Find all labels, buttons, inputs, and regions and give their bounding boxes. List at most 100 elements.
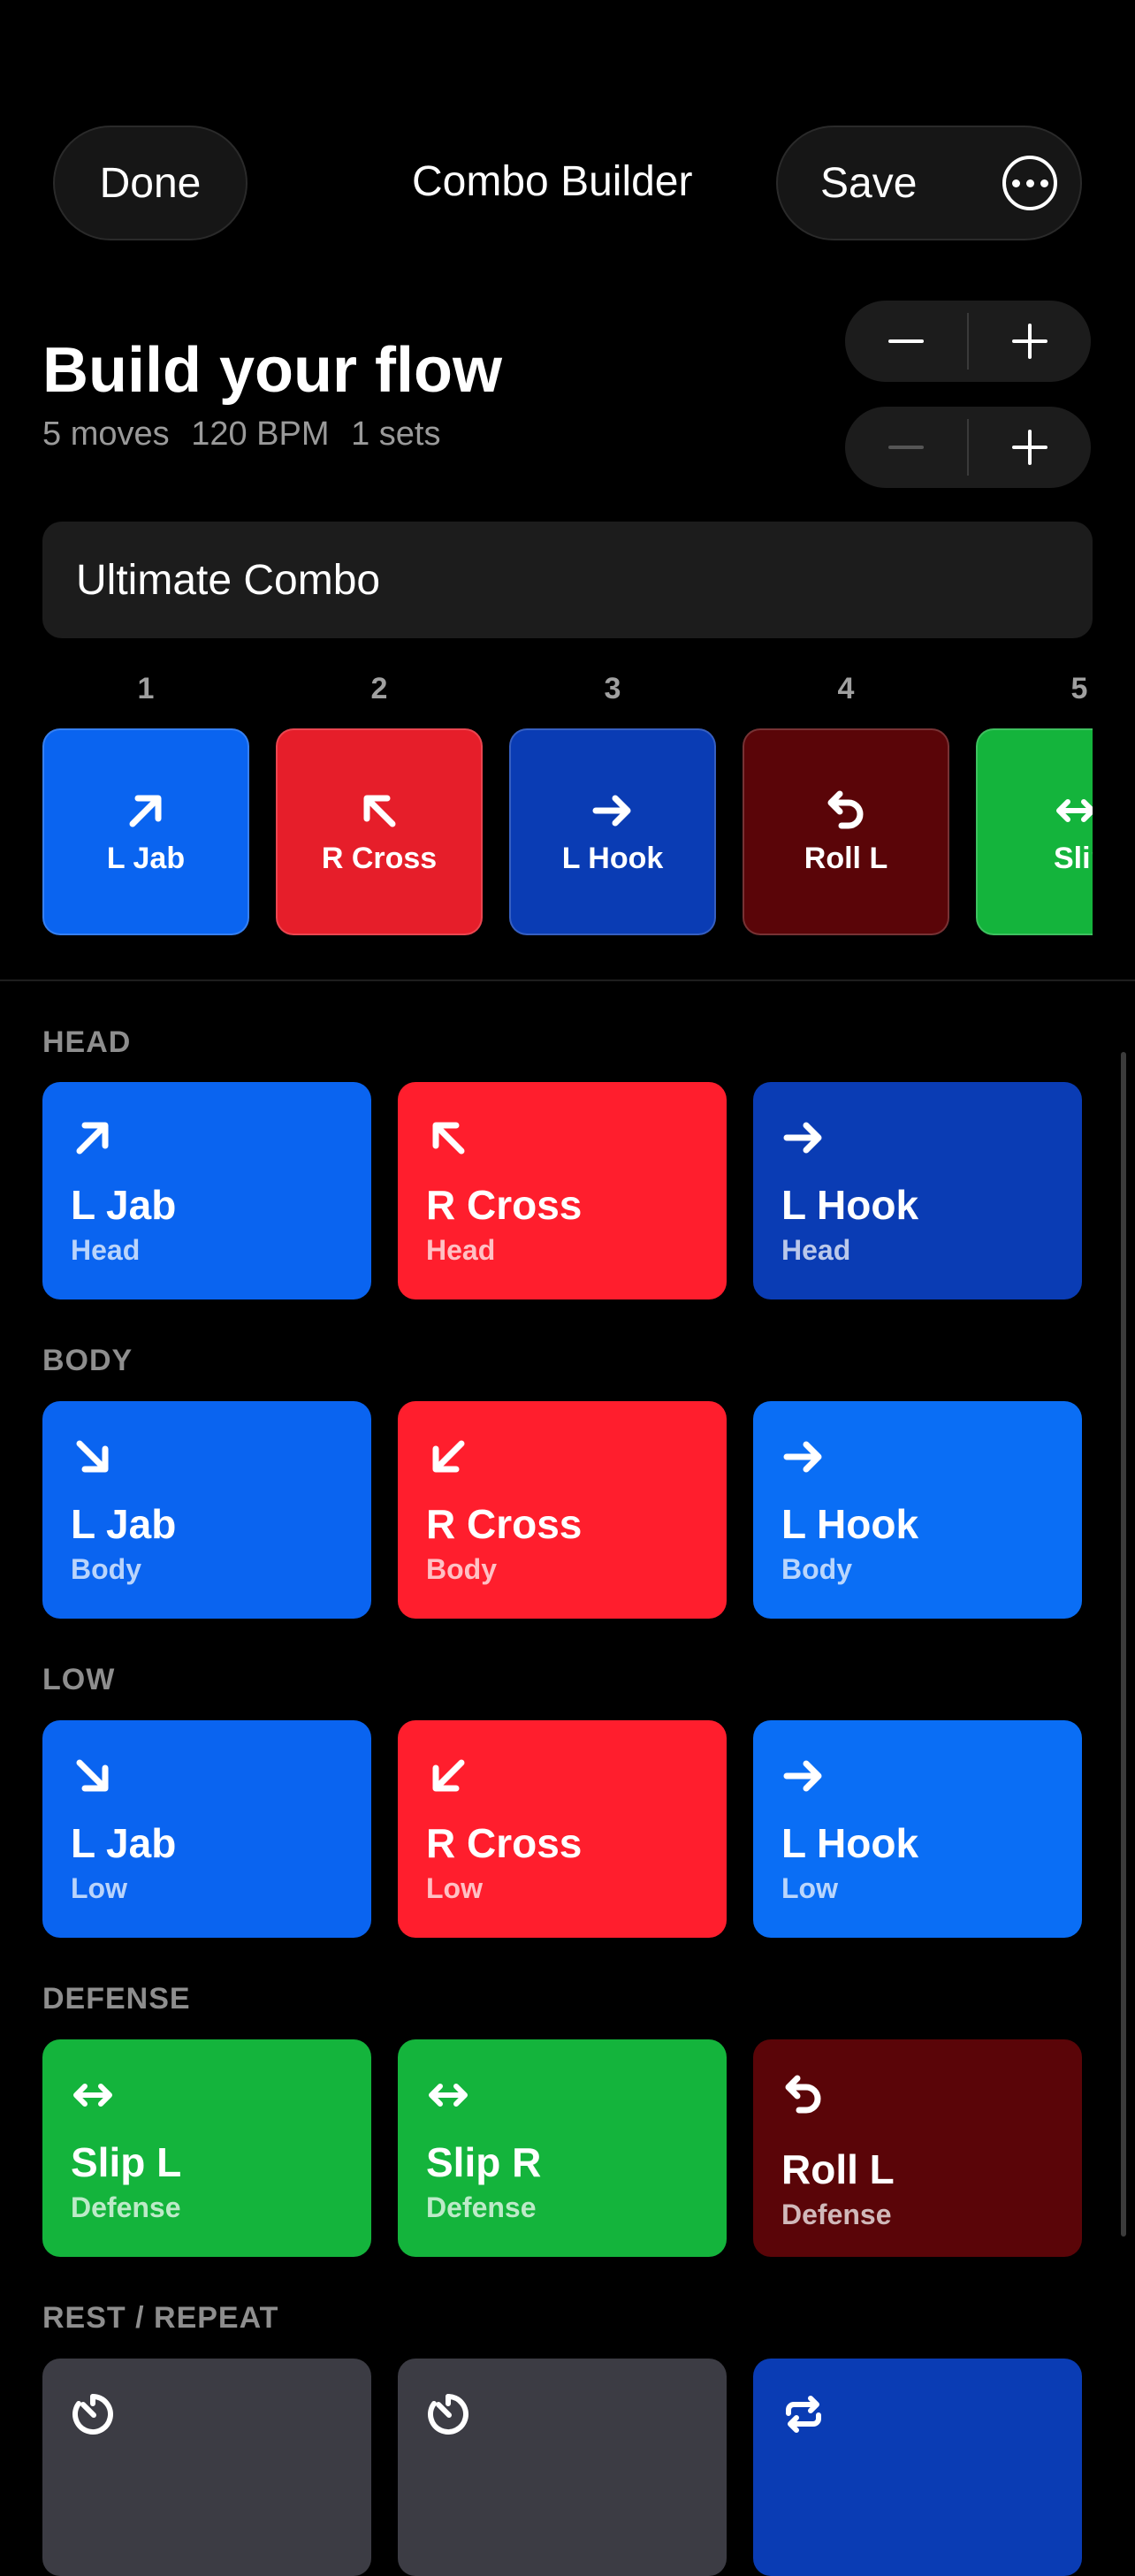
move-tile-low[interactable]: L Jab Low: [42, 1720, 371, 1938]
arrow-up-left-icon: [426, 1116, 470, 1160]
section-title-low: LOW: [42, 1663, 116, 1696]
sequence-card[interactable]: Slip: [976, 728, 1093, 935]
move-tile-low[interactable]: R Cross Low: [398, 1720, 727, 1938]
save-more-group: Save: [776, 126, 1082, 240]
move-tile-category: Defense: [426, 2191, 537, 2223]
arrow-right-icon: [781, 1116, 826, 1160]
move-tile-rest[interactable]: [753, 2359, 1082, 2576]
move-tile-name: R Cross: [426, 1820, 583, 1866]
move-tile-name: Roll L: [781, 2146, 895, 2192]
arrow-left-right-icon: [71, 2073, 115, 2117]
move-tile-low[interactable]: L Hook Low: [753, 1720, 1082, 1938]
sequence-card-label: L Hook: [561, 841, 664, 875]
bpm-increment-button[interactable]: [969, 301, 1091, 382]
timer-icon: [426, 2392, 470, 2436]
arrow-up-right-icon: [71, 1116, 115, 1160]
page-title: Combo Builder: [412, 158, 693, 205]
move-tile-category: Low: [426, 1872, 483, 1904]
move-tile-name: L Jab: [71, 1182, 177, 1228]
undo-arrow-icon: [781, 2073, 826, 2117]
arrow-left-right-icon: [426, 2073, 470, 2117]
divider: [0, 979, 1135, 981]
bpm-decrement-button[interactable]: [845, 301, 967, 382]
move-tile-body[interactable]: L Jab Body: [42, 1401, 371, 1619]
move-tile-name: Slip L: [71, 2139, 182, 2185]
minus-icon: [888, 339, 924, 343]
move-tile-category: Head: [71, 1234, 141, 1266]
sequence-number: 1: [137, 672, 155, 705]
move-tile-name: Slip R: [426, 2139, 542, 2185]
save-button[interactable]: Save: [820, 159, 917, 208]
move-tile-name: L Hook: [781, 1501, 919, 1547]
move-tile-rest[interactable]: [398, 2359, 727, 2576]
combo-name-value: Ultimate Combo: [76, 556, 381, 604]
move-tile-category: Body: [71, 1553, 141, 1585]
sequence-card[interactable]: L Hook: [509, 728, 716, 935]
timer-icon: [71, 2392, 115, 2436]
move-tile-head[interactable]: L Hook Head: [753, 1082, 1082, 1299]
move-tile-category: Body: [426, 1553, 497, 1585]
done-button[interactable]: Done: [53, 126, 248, 240]
combo-stats: 5 moves 120 BPM 1 sets: [42, 415, 453, 453]
section-title-head: HEAD: [42, 1025, 132, 1059]
sequence-card[interactable]: R Cross: [276, 728, 483, 935]
sequence-card[interactable]: L Jab: [42, 728, 249, 935]
move-tile-category: Head: [781, 1234, 851, 1266]
move-tile-name: R Cross: [426, 1182, 583, 1228]
plus-icon: [1012, 324, 1047, 359]
sets-count: 1 sets: [351, 415, 441, 453]
move-tile-category: Low: [71, 1872, 127, 1904]
sequence-strip[interactable]: L Jab R Cross L Hook Roll L Slip: [42, 728, 1093, 937]
done-button-label: Done: [99, 159, 202, 207]
arrow-right-icon: [781, 1435, 826, 1479]
move-tile-name: L Jab: [71, 1501, 177, 1547]
arrow-up-left-icon: [357, 789, 401, 833]
bpm-stepper: [845, 301, 1091, 382]
sets-decrement-button[interactable]: [845, 407, 967, 488]
move-tile-name: R Cross: [426, 1501, 583, 1547]
move-tile-category: Defense: [781, 2199, 892, 2230]
move-tile-category: Head: [426, 1234, 496, 1266]
ellipsis-circle-icon[interactable]: [1002, 156, 1057, 210]
arrow-down-left-icon: [426, 1754, 470, 1798]
plus-icon: [1012, 430, 1047, 465]
section-heading: Build your flow: [42, 335, 502, 406]
move-tile-head[interactable]: L Jab Head: [42, 1082, 371, 1299]
arrow-left-right-icon: [1054, 789, 1093, 833]
arrow-down-left-icon: [426, 1435, 470, 1479]
sequence-card-label: L Jab: [106, 841, 186, 875]
move-tile-head[interactable]: R Cross Head: [398, 1082, 727, 1299]
sequence-number: 3: [604, 672, 621, 705]
arrow-right-icon: [590, 789, 635, 833]
move-tile-name: L Hook: [781, 1820, 919, 1866]
bpm-value: 120 BPM: [191, 415, 330, 453]
sequence-card-label: R Cross: [321, 841, 438, 875]
sequence-number: 5: [1070, 672, 1088, 705]
sets-increment-button[interactable]: [969, 407, 1091, 488]
sequence-number: 2: [370, 672, 388, 705]
moves-count: 5 moves: [42, 415, 170, 453]
move-tile-category: Low: [781, 1872, 838, 1904]
move-tile-name: L Jab: [71, 1820, 177, 1866]
move-tile-category: Body: [781, 1553, 852, 1585]
section-title-defense: DEFENSE: [42, 1982, 191, 2016]
combo-name-field[interactable]: Ultimate Combo: [42, 522, 1093, 638]
sequence-card-label: Slip: [1054, 841, 1093, 875]
move-tile-name: L Hook: [781, 1182, 919, 1228]
sequence-card-label: Roll L: [804, 841, 888, 875]
arrow-up-right-icon: [124, 789, 168, 833]
sequence-card[interactable]: Roll L: [743, 728, 949, 935]
scrollbar[interactable]: [1121, 1052, 1126, 2237]
repeat-icon: [781, 2392, 826, 2436]
arrow-down-right-icon: [71, 1435, 115, 1479]
minus-icon: [888, 446, 924, 449]
move-tile-defense[interactable]: Slip R Defense: [398, 2039, 727, 2257]
arrow-right-icon: [781, 1754, 826, 1798]
move-tile-defense[interactable]: Slip L Defense: [42, 2039, 371, 2257]
sequence-number: 4: [837, 672, 855, 705]
arrow-down-right-icon: [71, 1754, 115, 1798]
move-tile-rest[interactable]: [42, 2359, 371, 2576]
move-tile-body[interactable]: L Hook Body: [753, 1401, 1082, 1619]
move-tile-body[interactable]: R Cross Body: [398, 1401, 727, 1619]
move-tile-defense[interactable]: Roll L Defense: [753, 2039, 1082, 2257]
